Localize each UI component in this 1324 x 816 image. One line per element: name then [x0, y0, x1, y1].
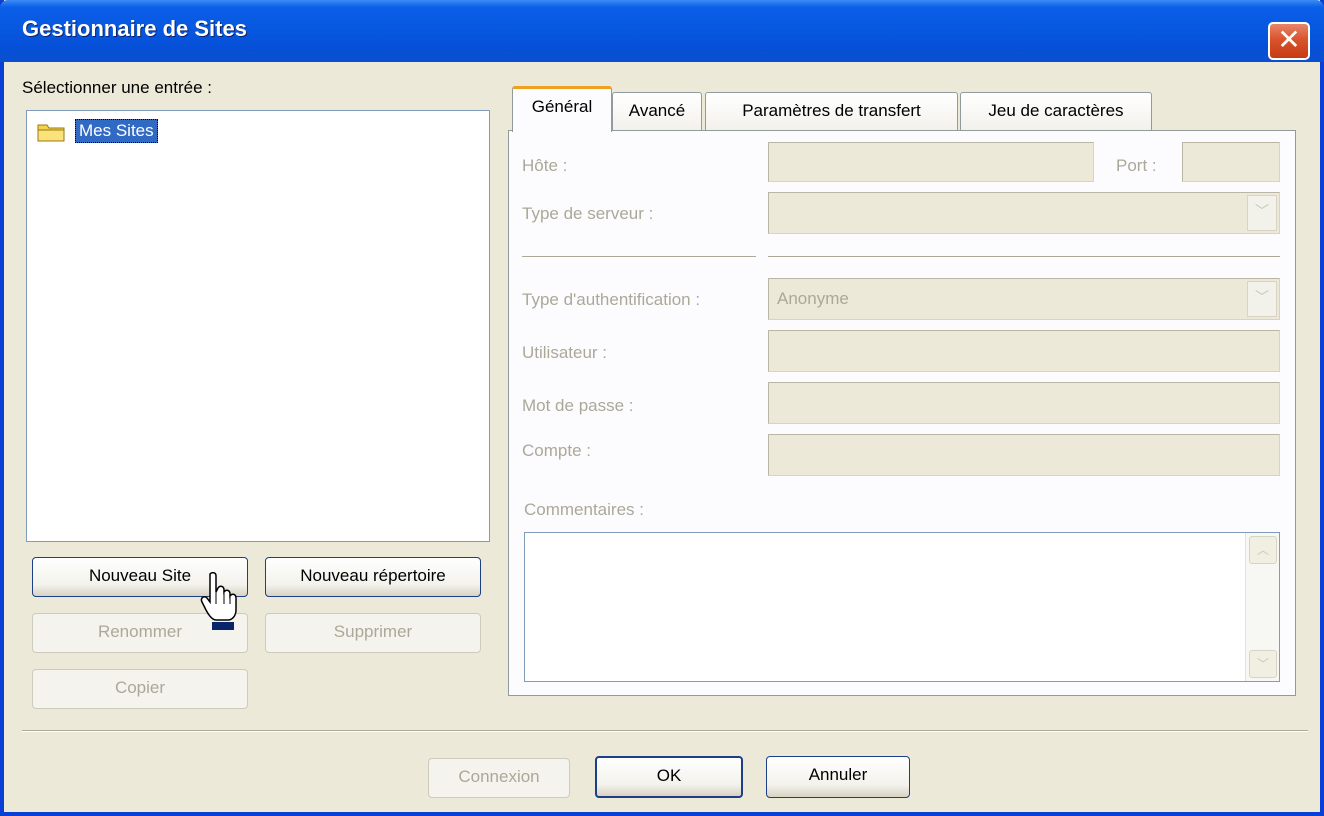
- comments-label: Commentaires :: [524, 500, 644, 519]
- tab-transfer-settings[interactable]: Paramètres de transfert: [705, 92, 958, 130]
- tab-charset[interactable]: Jeu de caractères: [960, 92, 1152, 130]
- connect-label: Connexion: [458, 767, 540, 786]
- hand-cursor-icon: [200, 572, 237, 630]
- footer-divider: [22, 730, 1308, 732]
- tree-item-label: Mes Sites: [75, 119, 158, 143]
- new-site-label: Nouveau Site: [88, 566, 192, 585]
- tab-transfer-settings-label: Paramètres de transfert: [742, 101, 921, 120]
- auth-type-value: Anonyme: [777, 289, 849, 308]
- divider: [768, 256, 1280, 258]
- delete-button[interactable]: Supprimer: [265, 613, 481, 653]
- scrollbar[interactable]: ︿ ﹀: [1245, 533, 1279, 681]
- account-label: Compte :: [522, 441, 591, 460]
- port-input[interactable]: [1182, 142, 1280, 182]
- cancel-label: Annuler: [808, 765, 868, 784]
- scroll-down-icon[interactable]: ﹀: [1249, 650, 1277, 678]
- host-input[interactable]: [768, 142, 1094, 182]
- tab-charset-label: Jeu de caractères: [988, 101, 1124, 120]
- connect-button[interactable]: Connexion: [428, 758, 570, 798]
- password-input[interactable]: [768, 382, 1280, 424]
- delete-label: Supprimer: [333, 622, 413, 641]
- tab-general[interactable]: Général: [512, 86, 612, 132]
- ok-button[interactable]: OK: [595, 756, 743, 798]
- folder-icon: [37, 124, 65, 142]
- tab-advanced-label: Avancé: [628, 101, 686, 120]
- new-folder-label: Nouveau répertoire: [300, 566, 446, 585]
- password-label: Mot de passe :: [522, 396, 634, 415]
- ok-label: OK: [656, 766, 682, 785]
- divider: [522, 256, 756, 258]
- select-entry-label: Sélectionner une entrée :: [22, 78, 212, 97]
- comments-textarea[interactable]: ︿ ﹀: [524, 532, 1280, 682]
- close-button[interactable]: ✕: [1268, 22, 1310, 60]
- scroll-up-icon[interactable]: ︿: [1249, 536, 1277, 564]
- chevron-down-icon: ﹀: [1247, 195, 1277, 231]
- title-bar[interactable]: Gestionnaire de Sites ✕: [0, 0, 1324, 62]
- user-label: Utilisateur :: [522, 343, 608, 362]
- new-folder-button[interactable]: Nouveau répertoire: [265, 557, 481, 597]
- cancel-button[interactable]: Annuler: [766, 756, 910, 798]
- port-label: Port :: [1116, 156, 1157, 175]
- account-input[interactable]: [768, 434, 1280, 476]
- copy-label: Copier: [114, 678, 166, 697]
- site-manager-dialog: Gestionnaire de Sites ✕ Sélectionner une…: [0, 0, 1324, 816]
- server-type-select[interactable]: ﹀: [768, 192, 1280, 234]
- close-icon: ✕: [1277, 24, 1301, 55]
- tab-general-label: Général: [531, 97, 593, 116]
- auth-type-select[interactable]: Anonyme ﹀: [768, 278, 1280, 320]
- tab-advanced[interactable]: Avancé: [612, 92, 702, 130]
- user-input[interactable]: [768, 330, 1280, 372]
- chevron-down-icon: ﹀: [1247, 281, 1277, 317]
- host-label: Hôte :: [522, 156, 568, 175]
- auth-type-label: Type d'authentification :: [522, 290, 701, 309]
- server-type-label: Type de serveur :: [522, 204, 654, 223]
- copy-button[interactable]: Copier: [32, 669, 248, 709]
- site-tree[interactable]: Mes Sites: [26, 110, 490, 542]
- general-tab-content: Hôte : Port : Type de serveur : ﹀ Type d…: [4, 0, 1280, 682]
- rename-label: Renommer: [97, 622, 183, 641]
- window-title: Gestionnaire de Sites: [22, 16, 247, 41]
